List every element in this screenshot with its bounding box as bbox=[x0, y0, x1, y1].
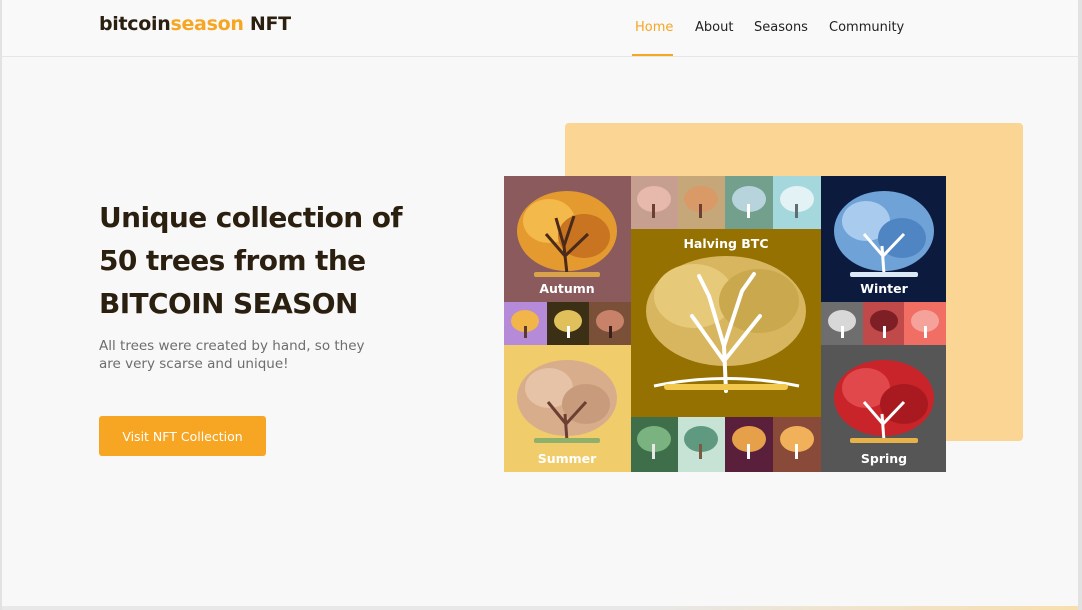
active-nav-indicator bbox=[632, 54, 673, 56]
nav-home[interactable]: Home bbox=[635, 20, 673, 35]
visit-nft-collection-button[interactable]: Visit NFT Collection bbox=[99, 416, 266, 456]
summer-tree-tile: Summer bbox=[504, 345, 631, 472]
autumn-tree-tile: Autumn bbox=[504, 176, 631, 302]
hero-title: Unique collection of 50 trees from the B… bbox=[99, 196, 429, 325]
small-tree-tiles-bottom bbox=[631, 417, 821, 472]
hero-title-line-1: Unique collection of bbox=[99, 201, 403, 234]
hero-title-line-2: 50 trees from the bbox=[99, 244, 366, 277]
nav-community[interactable]: Community bbox=[829, 20, 904, 35]
summer-label: Summer bbox=[538, 451, 597, 466]
small-tree-tiles-left bbox=[504, 302, 631, 345]
hero-subtitle: All trees were created by hand, so they … bbox=[99, 337, 369, 373]
halving-btc-label: Halving BTC bbox=[683, 236, 768, 251]
spring-tree-tile: Spring bbox=[821, 345, 946, 472]
logo-text-season: season bbox=[170, 13, 244, 35]
logo-text-bitcoin: bitcoin bbox=[99, 13, 171, 35]
top-navbar: bitcoinseason NFT Home About Seasons Com… bbox=[2, 0, 1078, 57]
halving-btc-tree-tile: Halving BTC bbox=[631, 229, 821, 417]
autumn-label: Autumn bbox=[539, 281, 594, 296]
brand-logo[interactable]: bitcoinseason NFT bbox=[99, 13, 291, 35]
hero-subtitle-line-2: are very scarse and unique! bbox=[99, 356, 289, 372]
small-tree-tiles-top bbox=[631, 176, 821, 229]
logo-text-nft: NFT bbox=[243, 13, 291, 35]
spring-label: Spring bbox=[861, 451, 907, 466]
nav-seasons[interactable]: Seasons bbox=[754, 20, 808, 35]
winter-tree-tile: Winter bbox=[821, 176, 946, 302]
winter-label: Winter bbox=[860, 281, 908, 296]
tree-collage-image: Autumn Halving BTC Winter Summer Spring bbox=[504, 176, 946, 472]
small-tree-tiles-right bbox=[821, 302, 946, 345]
hero-subtitle-line-1: All trees were created by hand, so they bbox=[99, 338, 365, 354]
hero-title-line-3: BITCOIN SEASON bbox=[99, 287, 358, 320]
nav-about[interactable]: About bbox=[695, 20, 733, 35]
page-bottom-divider bbox=[2, 606, 1078, 610]
